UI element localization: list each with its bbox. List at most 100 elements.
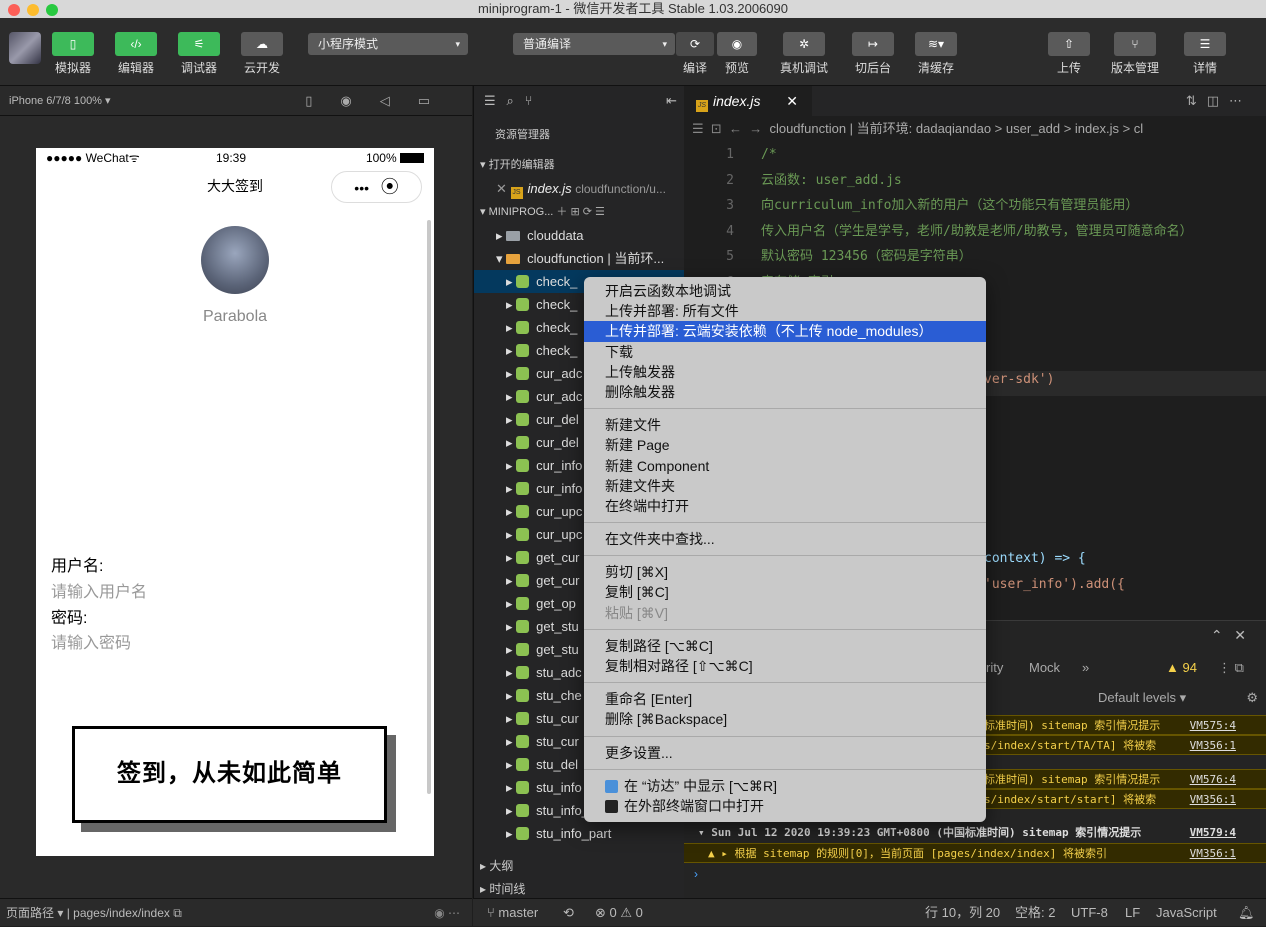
- code-line[interactable]: 2 云函数: user_add.js: [684, 168, 1266, 194]
- tab-index-js[interactable]: JS index.js ✕: [684, 86, 812, 116]
- menu-item[interactable]: 更多设置...: [584, 743, 986, 763]
- tab-more[interactable]: »: [1082, 653, 1089, 683]
- device-debug-button[interactable]: ✲ 真机调试: [780, 32, 828, 76]
- problems-indicator[interactable]: ⊗ 0 ⚠ 0: [595, 899, 643, 927]
- menu-item[interactable]: 上传触发器: [584, 362, 986, 382]
- explorer-title: 资源管理器: [495, 129, 550, 141]
- git-branch[interactable]: ⑂ master: [487, 899, 538, 927]
- eye-icon[interactable]: ◉ ⋯: [434, 899, 460, 927]
- menu-item[interactable]: 复制 [⌘C]: [584, 582, 986, 602]
- menu-item[interactable]: 开启云函数本地调试: [584, 281, 986, 301]
- menu-item[interactable]: 删除触发器: [584, 382, 986, 402]
- compile-button[interactable]: ⟳ 编译: [676, 32, 714, 76]
- menu-item[interactable]: 新建 Component: [584, 456, 986, 476]
- source-link[interactable]: VM576:4: [1190, 770, 1236, 788]
- eol[interactable]: LF: [1125, 899, 1140, 927]
- password-input[interactable]: 请输入密码: [51, 629, 131, 653]
- menu-item[interactable]: 删除 [⌘Backspace]: [584, 709, 986, 729]
- console-window-controls[interactable]: ⌃ ✕: [1211, 627, 1246, 644]
- maximize-window-button[interactable]: [46, 4, 58, 16]
- copy-icon[interactable]: ⧉: [173, 906, 182, 920]
- menu-item[interactable]: 下载: [584, 342, 986, 362]
- page-path-label[interactable]: 页面路径 ▾: [6, 906, 63, 920]
- source-link[interactable]: VM356:1: [1190, 790, 1236, 808]
- cursor-position[interactable]: 行 10，列 20: [925, 899, 1000, 927]
- terminal-icon: [605, 799, 618, 813]
- upload-button[interactable]: ⇧ 上传: [1048, 32, 1090, 76]
- menu-item[interactable]: 在终端中打开: [584, 496, 986, 516]
- cloud-dev-button[interactable]: ☁ 云开发: [241, 32, 283, 76]
- warning-count[interactable]: ▲ 94: [1166, 653, 1197, 683]
- menu-item[interactable]: 上传并部署: 所有文件: [584, 301, 986, 321]
- open-editors-section[interactable]: ▾ 打开的编辑器: [474, 154, 685, 177]
- outline-section[interactable]: ▸ 大纲: [474, 855, 685, 878]
- js-file-icon: JS: [510, 187, 523, 199]
- source-link[interactable]: VM575:4: [1190, 716, 1236, 734]
- compile-mode-select[interactable]: 普通编译 ▾: [513, 33, 675, 55]
- preview-button[interactable]: ◉ 预览: [717, 32, 757, 76]
- list-icon[interactable]: ☰ ⊡ ← →: [692, 121, 769, 136]
- console-log-entry: ▲ ▸ 根据 sitemap 的规则[0]，当前页面 [pages/index/…: [684, 843, 1266, 863]
- menu-item[interactable]: 在外部终端窗口中打开: [584, 796, 986, 816]
- menu-item[interactable]: 新建 Page: [584, 435, 986, 455]
- tab-mock[interactable]: Mock: [1029, 653, 1060, 683]
- encoding[interactable]: UTF-8: [1071, 899, 1108, 927]
- code-line[interactable]: 1/*: [684, 142, 1266, 168]
- indent-setting[interactable]: 空格: 2: [1015, 899, 1055, 927]
- project-section[interactable]: ▾ MINIPROG... ＋ ⊞ ⟳ ☰: [474, 201, 685, 224]
- battery-icon: [400, 153, 424, 163]
- more-options-icon[interactable]: ⋮ ⧉: [1218, 653, 1244, 683]
- tree-folder-clouddata[interactable]: ▸ clouddata: [474, 224, 685, 247]
- source-link[interactable]: VM579:4: [1190, 823, 1236, 843]
- code-line[interactable]: 4 传入用户名（学生是学号，老师/助教是老师/助教号，管理员可随意命名）: [684, 219, 1266, 245]
- code-line[interactable]: 3 向curriculum_info加入新的用户（这个功能只有管理员能用）: [684, 193, 1266, 219]
- close-window-button[interactable]: [8, 4, 20, 16]
- scrollbar[interactable]: [427, 220, 431, 794]
- gear-icon[interactable]: ⚙: [1246, 687, 1258, 709]
- sign-in-button[interactable]: 签到，从未如此简单: [72, 726, 387, 823]
- cloud-function-icon: [516, 436, 530, 449]
- menu-item[interactable]: 剪切 [⌘X]: [584, 562, 986, 582]
- menu-item[interactable]: 复制相对路径 [⇧⌥⌘C]: [584, 656, 986, 676]
- user-avatar[interactable]: [9, 32, 41, 64]
- username-input[interactable]: 请输入用户名: [51, 578, 147, 602]
- more-icon[interactable]: •••: [354, 180, 369, 196]
- version-button[interactable]: ⑂ 版本管理: [1111, 32, 1159, 76]
- language-mode[interactable]: JavaScript: [1156, 899, 1217, 927]
- sync-icon[interactable]: ⟲: [563, 899, 574, 927]
- simulator-controls[interactable]: ▯◉◁▭: [305, 86, 458, 116]
- source-link[interactable]: VM356:1: [1190, 736, 1236, 754]
- debugger-toggle[interactable]: ⚟ 调试器: [178, 32, 220, 76]
- details-button[interactable]: ☰ 详情: [1184, 32, 1226, 76]
- mode-select[interactable]: 小程序模式 ▾: [308, 33, 468, 55]
- clear-cache-button[interactable]: ≋▾ 清缓存: [915, 32, 957, 76]
- code-line[interactable]: 5 默认密码 123456（密码是字符串）: [684, 244, 1266, 270]
- editor-toggle[interactable]: ‹/› 编辑器: [115, 32, 157, 76]
- menu-item[interactable]: 新建文件: [584, 415, 986, 435]
- bell-icon[interactable]: 🔔︎: [1238, 899, 1255, 927]
- device-select[interactable]: iPhone 6/7/8 100% ▾: [9, 95, 111, 107]
- console-prompt[interactable]: ›: [694, 867, 698, 881]
- tab-security[interactable]: rity: [986, 653, 1003, 683]
- cloud-function-icon: [516, 528, 530, 541]
- tree-file-item[interactable]: ▸ stu_info_part: [474, 822, 685, 845]
- menu-item[interactable]: 重命名 [Enter]: [584, 689, 986, 709]
- source-link[interactable]: VM356:1: [1190, 844, 1236, 862]
- close-target-icon[interactable]: ⦿: [381, 177, 399, 197]
- menu-item[interactable]: 复制路径 [⌥⌘C]: [584, 636, 986, 656]
- branch-icon: ⑂: [1114, 32, 1156, 56]
- explorer-toolbar[interactable]: ☰ ⌕ ⑂ ⇤: [474, 86, 685, 116]
- minimize-window-button[interactable]: [27, 4, 39, 16]
- tree-folder-cloudfunction[interactable]: ▾ cloudfunction | 当前环...: [474, 247, 685, 270]
- menu-item[interactable]: 在 “访达” 中显示 [⌥⌘R]: [584, 776, 986, 796]
- simulator-toggle[interactable]: ▯ 模拟器: [52, 32, 94, 76]
- menu-item[interactable]: 在文件夹中查找...: [584, 529, 986, 549]
- menu-item[interactable]: 上传并部署: 云端安装依赖（不上传 node_modules）: [584, 321, 986, 342]
- menu-item[interactable]: 新建文件夹: [584, 476, 986, 496]
- capsule-menu[interactable]: ••• ⦿: [331, 171, 422, 203]
- background-button[interactable]: ↦ 切后台: [852, 32, 894, 76]
- editor-actions[interactable]: ⇅◫⋯: [1186, 93, 1252, 109]
- log-level-select[interactable]: Default levels ▾ ⚙: [1088, 687, 1266, 709]
- open-editor-item[interactable]: ✕ JS index.js cloudfunction/u...: [474, 177, 685, 200]
- close-icon[interactable]: ✕: [786, 86, 798, 116]
